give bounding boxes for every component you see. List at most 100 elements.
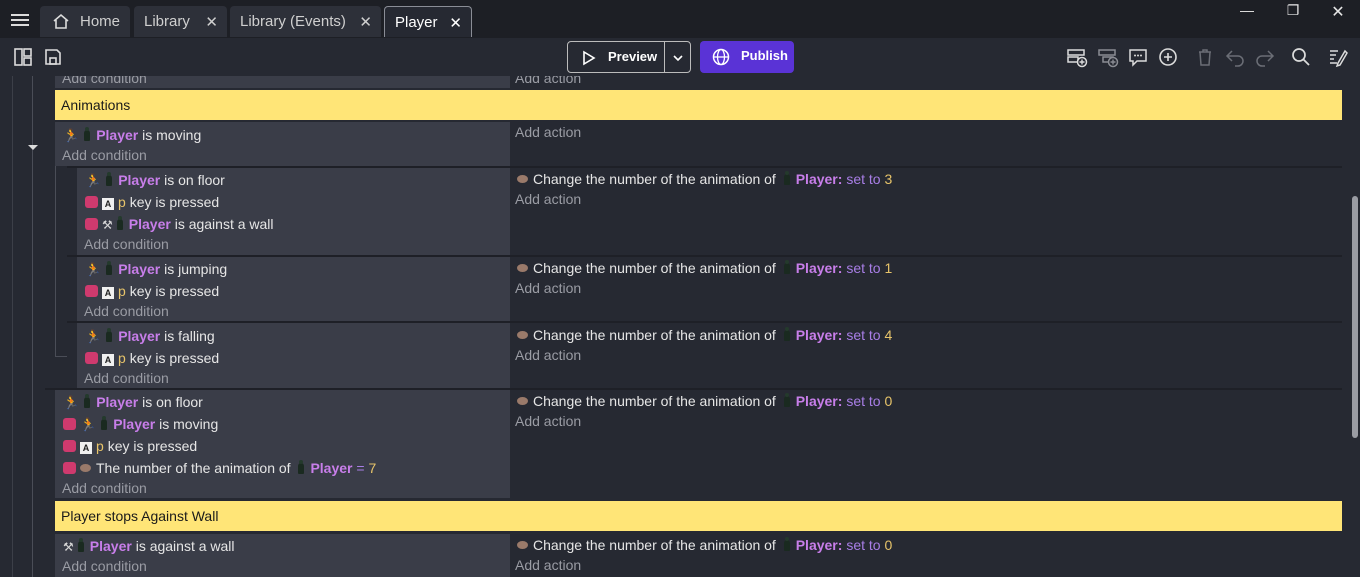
edit-settings-icon[interactable] — [1327, 46, 1349, 68]
player-icon — [84, 394, 91, 408]
tab-library-events-label: Library (Events) — [240, 13, 346, 30]
animation-icon — [517, 175, 528, 183]
add-condition-link[interactable]: Add condition — [84, 303, 169, 319]
running-icon: 🏃 — [63, 128, 80, 143]
condition-key-pressed[interactable]: Ap key is pressed — [85, 193, 219, 211]
condition-player-falling[interactable]: 🏃 Player is falling — [85, 327, 215, 346]
add-action-link[interactable]: Add action — [515, 76, 581, 86]
title-bar: Home Library ✕ Library (Events) ✕ Player… — [0, 0, 1360, 38]
play-icon — [583, 50, 596, 66]
scrollbar[interactable] — [1352, 196, 1358, 438]
comment-player-stops[interactable]: Player stops Against Wall — [55, 501, 1342, 531]
player-icon — [298, 460, 305, 474]
condition-player-jumping[interactable]: 🏃 Player is jumping — [85, 260, 227, 279]
undo-icon[interactable] — [1224, 46, 1246, 68]
keyboard-icon: A — [102, 287, 114, 299]
condition-player-moving[interactable]: 🏃 Player is moving — [63, 126, 201, 145]
search-icon[interactable] — [1290, 46, 1312, 68]
add-action-link[interactable]: Add action — [515, 413, 581, 429]
add-icon[interactable] — [1157, 46, 1179, 68]
add-condition-link[interactable]: Add condition — [62, 147, 147, 163]
player-icon — [783, 327, 790, 341]
tab-home-label: Home — [80, 13, 121, 30]
close-icon[interactable]: ✕ — [205, 13, 218, 31]
condition-player-on-floor[interactable]: 🏃 Player is on floor — [63, 393, 203, 412]
inverted-condition-icon — [85, 285, 98, 297]
player-icon — [77, 538, 84, 552]
keyboard-icon: A — [80, 442, 92, 454]
window-close-icon[interactable]: ✕ — [1318, 2, 1358, 22]
preview-button[interactable]: Preview — [567, 41, 691, 73]
gutter-line — [55, 166, 56, 356]
close-icon[interactable]: ✕ — [449, 14, 462, 32]
inverted-condition-icon — [63, 462, 76, 474]
chevron-down-icon[interactable] — [672, 52, 684, 64]
tab-library-events[interactable]: Library (Events) ✕ — [230, 6, 381, 37]
comment-animations[interactable]: Animations — [55, 90, 1342, 120]
condition-key-pressed[interactable]: Ap key is pressed — [85, 282, 219, 300]
player-icon — [106, 261, 113, 275]
add-condition-link[interactable]: Add condition — [62, 480, 147, 496]
player-icon — [783, 171, 790, 185]
tab-player[interactable]: Player ✕ — [384, 6, 472, 37]
inverted-condition-icon — [85, 218, 98, 230]
add-condition-link[interactable]: Add condition — [62, 558, 147, 574]
home-icon — [53, 13, 69, 29]
action-change-animation[interactable]: Change the number of the animation of Pl… — [517, 536, 892, 554]
add-action-link[interactable]: Add action — [515, 124, 581, 140]
player-icon — [101, 416, 108, 430]
player-icon — [783, 537, 790, 551]
add-condition-link[interactable]: Add condition — [84, 370, 169, 386]
player-icon — [84, 127, 91, 141]
animation-icon — [517, 541, 528, 549]
action-change-animation[interactable]: Change the number of the animation of Pl… — [517, 392, 892, 410]
globe-icon — [712, 48, 730, 66]
add-action-link[interactable]: Add action — [515, 347, 581, 363]
condition-player-not-moving[interactable]: 🏃 Player is moving — [63, 415, 218, 434]
divider — [664, 42, 665, 72]
redo-icon[interactable] — [1254, 46, 1276, 68]
toolbar: Preview Publish — [0, 38, 1360, 76]
delete-icon[interactable] — [1194, 46, 1216, 68]
running-icon: 🏃 — [85, 329, 102, 344]
add-event-icon[interactable] — [1066, 46, 1088, 68]
keyboard-icon: A — [102, 198, 114, 210]
panels-icon[interactable] — [12, 46, 34, 68]
inverted-condition-icon — [85, 196, 98, 208]
condition-key-pressed[interactable]: Ap key is pressed — [63, 437, 197, 455]
tab-library-label: Library — [144, 13, 190, 30]
add-condition-link[interactable]: Add condition — [84, 236, 169, 252]
condition-key-pressed[interactable]: Ap key is pressed — [85, 349, 219, 367]
add-action-link[interactable]: Add action — [515, 191, 581, 207]
running-icon: 🏃 — [80, 417, 97, 432]
publish-button[interactable]: Publish — [700, 41, 794, 73]
add-subevent-icon[interactable] — [1097, 46, 1119, 68]
minimize-icon[interactable]: — — [1227, 2, 1267, 22]
player-icon — [783, 260, 790, 274]
restore-icon[interactable]: ❐ — [1273, 2, 1313, 22]
add-action-link[interactable]: Add action — [515, 557, 581, 573]
add-condition-link[interactable]: Add condition — [62, 76, 147, 86]
animation-icon — [517, 264, 528, 272]
keyboard-icon: A — [102, 354, 114, 366]
collapse-arrow-icon[interactable] — [27, 144, 39, 152]
condition-player-against-wall[interactable]: ⚒ Player is against a wall — [63, 537, 235, 556]
tab-library[interactable]: Library ✕ — [134, 6, 227, 37]
add-comment-icon[interactable] — [1127, 46, 1149, 68]
player-icon — [106, 328, 113, 342]
player-icon — [106, 172, 113, 186]
close-icon[interactable]: ✕ — [359, 13, 372, 31]
action-change-animation[interactable]: Change the number of the animation of Pl… — [517, 259, 892, 277]
tab-home[interactable]: Home — [40, 6, 130, 37]
hamburger-menu-icon[interactable] — [6, 8, 34, 32]
wall-icon: ⚒ — [63, 540, 74, 554]
running-icon: 🏃 — [85, 173, 102, 188]
condition-player-on-floor[interactable]: 🏃 Player is on floor — [85, 171, 225, 190]
action-change-animation[interactable]: Change the number of the animation of Pl… — [517, 326, 892, 344]
player-icon — [116, 216, 123, 230]
condition-animation-number[interactable]: The number of the animation of Player = … — [63, 459, 376, 477]
save-icon[interactable] — [42, 46, 64, 68]
condition-player-against-wall[interactable]: ⚒ Player is against a wall — [85, 215, 274, 234]
add-action-link[interactable]: Add action — [515, 280, 581, 296]
action-change-animation[interactable]: Change the number of the animation of Pl… — [517, 170, 892, 188]
